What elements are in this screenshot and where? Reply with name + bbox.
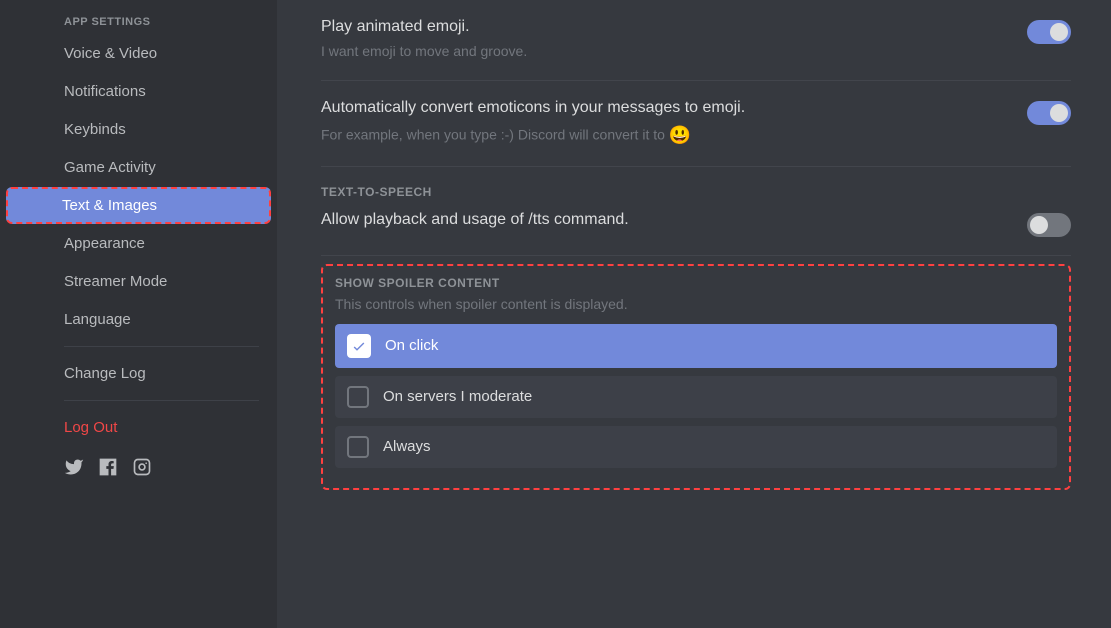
- sidebar-item-notifications[interactable]: Notifications: [8, 73, 269, 110]
- settings-sidebar: APP SETTINGS Voice & Video Notifications…: [0, 0, 277, 628]
- spoiler-option-on-click[interactable]: On click: [335, 324, 1057, 368]
- sidebar-item-text-images[interactable]: Text & Images: [6, 187, 271, 224]
- spoiler-option-always[interactable]: Always: [335, 426, 1057, 468]
- sidebar-item-keybinds[interactable]: Keybinds: [8, 111, 269, 148]
- checkbox-unchecked-icon: [347, 436, 369, 458]
- facebook-icon[interactable]: [98, 457, 118, 482]
- smile-emoji-icon: 😃: [669, 125, 691, 145]
- setting-title: Allow playback and usage of /tts command…: [321, 211, 1007, 229]
- sidebar-item-voice-video[interactable]: Voice & Video: [8, 35, 269, 72]
- sidebar-item-change-log[interactable]: Change Log: [8, 355, 269, 392]
- checkbox-checked-icon: [347, 334, 371, 358]
- setting-tts: Allow playback and usage of /tts command…: [321, 205, 1071, 255]
- setting-title: Automatically convert emoticons in your …: [321, 99, 1007, 117]
- setting-desc: For example, when you type :-) Discord w…: [321, 123, 1007, 148]
- toggle-animated-emoji[interactable]: [1027, 20, 1071, 44]
- setting-convert-emoticons: Automatically convert emoticons in your …: [321, 81, 1071, 166]
- setting-animated-emoji: Play animated emoji. I want emoji to mov…: [321, 0, 1071, 80]
- option-label: On click: [385, 337, 438, 354]
- toggle-tts[interactable]: [1027, 213, 1071, 237]
- sidebar-item-game-activity[interactable]: Game Activity: [8, 149, 269, 186]
- sidebar-item-appearance[interactable]: Appearance: [8, 225, 269, 262]
- instagram-icon[interactable]: [132, 457, 152, 482]
- sidebar-divider: [64, 400, 259, 401]
- spoiler-option-moderate[interactable]: On servers I moderate: [335, 376, 1057, 418]
- spoiler-section: SHOW SPOILER CONTENT This controls when …: [321, 264, 1071, 490]
- section-tts-header: TEXT-TO-SPEECH: [321, 185, 1071, 199]
- settings-content: Play animated emoji. I want emoji to mov…: [277, 0, 1111, 628]
- option-label: Always: [383, 438, 431, 455]
- setting-desc: I want emoji to move and groove.: [321, 42, 1007, 62]
- sidebar-divider: [64, 346, 259, 347]
- content-divider: [321, 255, 1071, 256]
- sidebar-section-header: APP SETTINGS: [8, 10, 269, 34]
- sidebar-item-log-out[interactable]: Log Out: [8, 409, 269, 446]
- toggle-convert-emoticons[interactable]: [1027, 101, 1071, 125]
- content-divider: [321, 166, 1071, 167]
- checkbox-unchecked-icon: [347, 386, 369, 408]
- option-label: On servers I moderate: [383, 388, 532, 405]
- sidebar-item-streamer-mode[interactable]: Streamer Mode: [8, 263, 269, 300]
- setting-title: Play animated emoji.: [321, 18, 1007, 36]
- spoiler-desc: This controls when spoiler content is di…: [335, 296, 1057, 312]
- twitter-icon[interactable]: [64, 457, 84, 482]
- sidebar-item-language[interactable]: Language: [8, 301, 269, 338]
- social-links: [8, 447, 269, 492]
- spoiler-header: SHOW SPOILER CONTENT: [335, 276, 1057, 290]
